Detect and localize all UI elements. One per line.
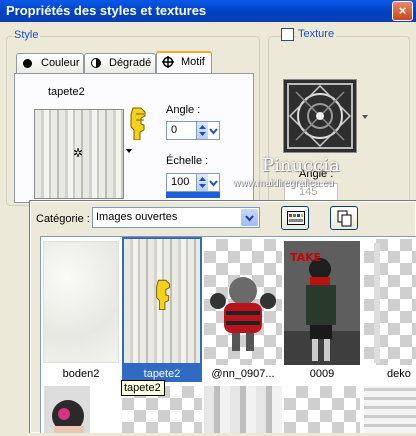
tooltip-text: tapete2	[124, 382, 161, 394]
crosshair-icon: ✲	[73, 146, 84, 160]
style-group-legend: Style	[12, 29, 41, 41]
thumbnail-nn0907[interactable]	[204, 239, 282, 365]
thumbnail-label: @nn_0907...	[211, 368, 275, 380]
swatch-dropdown-button[interactable]	[124, 145, 134, 157]
svg-text:TAKE: TAKE	[290, 251, 321, 264]
pattern-swatch[interactable]: ✲	[34, 109, 124, 199]
thumbnail-image: TAKE	[284, 241, 360, 365]
copy-icon	[337, 210, 352, 227]
hand-cursor-icon	[130, 107, 146, 140]
close-button[interactable]: ×	[392, 1, 413, 21]
scale-value: 100	[171, 176, 190, 188]
scale-label: Échelle :	[166, 155, 209, 167]
angle-label: Angle :	[166, 104, 201, 116]
texture-swatch[interactable]	[283, 79, 357, 153]
tab-degrade-label: Dégradé	[109, 57, 152, 69]
window-title: Propriétés des styles et textures	[6, 3, 207, 18]
thumbnail-row2-1[interactable]	[44, 386, 90, 433]
half-circle-icon	[91, 58, 101, 68]
tooltip: tapete2	[121, 380, 165, 396]
scale-spin-buttons[interactable]	[196, 174, 208, 191]
category-select[interactable]: Images ouvertes	[92, 207, 260, 228]
black-circle-icon	[23, 59, 32, 68]
texture-dropdown-button[interactable]	[360, 112, 370, 122]
pattern-icon	[162, 56, 174, 68]
thumbnail-deko[interactable]	[364, 239, 416, 365]
category-label: Catégorie :	[36, 213, 90, 225]
texture-label: Texture	[296, 28, 337, 40]
thumbnail-label: boden2	[62, 368, 100, 380]
texture-checkbox[interactable]	[281, 28, 294, 41]
angle-spin-buttons[interactable]	[196, 122, 208, 139]
angle-value: 0	[171, 124, 178, 136]
tab-motif-label: Motif	[181, 56, 205, 68]
thumbnail-0009[interactable]: TAKE	[284, 239, 360, 365]
angle-dropdown-button[interactable]	[208, 122, 219, 139]
scale-dropdown-button[interactable]	[208, 174, 219, 191]
category-dropdown-button[interactable]	[241, 209, 258, 226]
hand-cursor-icon	[156, 279, 170, 311]
angle-input[interactable]: 0	[166, 121, 220, 140]
title-bar: Propriétés des styles et textures ×	[0, 0, 416, 22]
scale-slider[interactable]	[166, 192, 220, 198]
category-value: Images ouvertes	[96, 211, 178, 223]
thumbnail-image	[210, 277, 276, 351]
thumbnail-row2-3[interactable]	[204, 386, 282, 433]
color-swatches-button[interactable]	[281, 206, 309, 230]
thumbnail-label: tapete2	[143, 368, 181, 380]
thumbnail-label: 0009	[309, 368, 335, 380]
scale-input[interactable]: 100	[166, 173, 220, 192]
thumbnail-row2-5[interactable]	[364, 386, 416, 433]
tab-couleur[interactable]: Couleur	[16, 53, 84, 73]
thumbnail-row2-4[interactable]	[284, 386, 360, 433]
thumbnail-image	[374, 243, 380, 363]
thumbnail-image	[43, 241, 119, 363]
copy-button[interactable]	[330, 206, 358, 230]
thumbnail-boden2[interactable]	[42, 239, 120, 365]
tab-degrade[interactable]: Dégradé	[84, 53, 156, 73]
tab-couleur-label: Couleur	[41, 57, 80, 69]
thumbnail-tapete2[interactable]: tapete2	[122, 237, 202, 382]
thumbnail-label: deko	[387, 368, 411, 380]
watermark-name: Pinuccia	[262, 155, 340, 176]
pattern-name: tapete2	[48, 86, 85, 98]
tab-motif[interactable]: Motif	[156, 51, 212, 73]
color-swatches-icon	[287, 211, 305, 225]
watermark-url: www.maidiregrafica.eu	[233, 178, 334, 189]
